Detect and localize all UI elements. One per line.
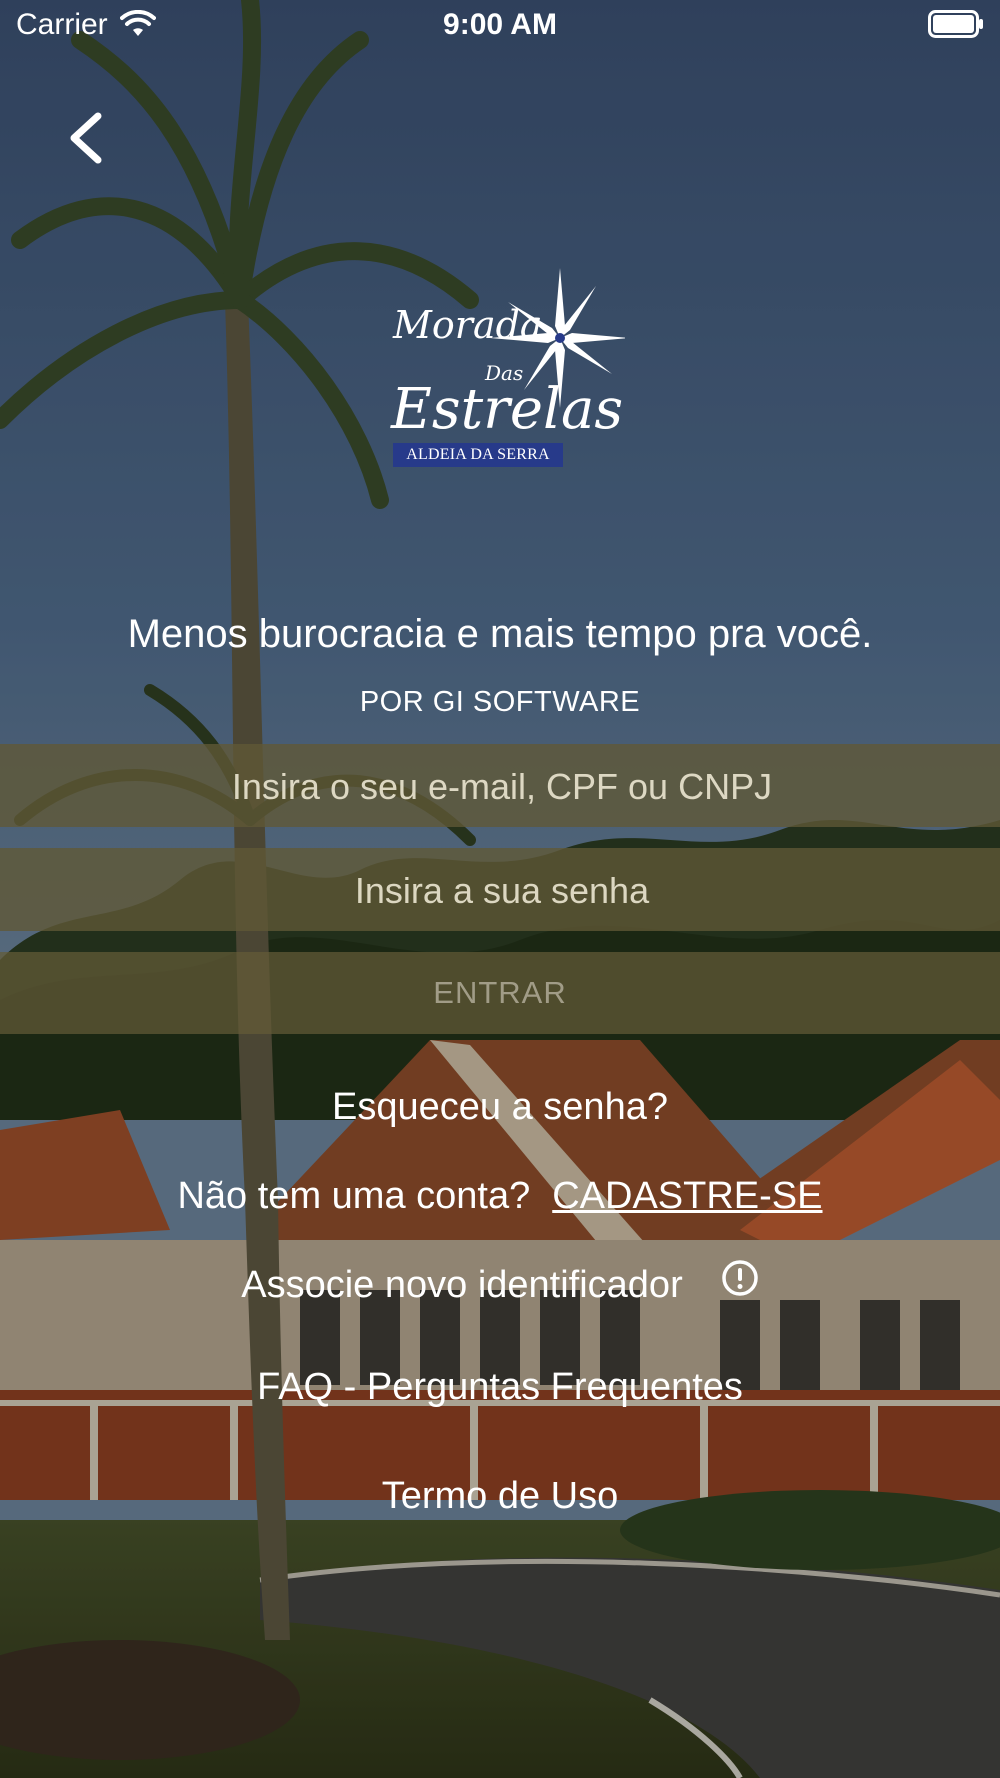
status-time: 9:00 AM xyxy=(443,8,557,41)
signup-row: Não tem uma conta? CADASTRE-SE xyxy=(0,1175,1000,1218)
battery-icon xyxy=(928,10,983,38)
signup-link[interactable]: CADASTRE-SE xyxy=(552,1175,822,1217)
forgot-password-link[interactable]: Esqueceu a senha? xyxy=(0,1086,1000,1129)
byline: POR GI SOFTWARE xyxy=(359,686,641,718)
terms-of-use-link[interactable]: Termo de Uso xyxy=(0,1475,1000,1518)
associate-identifier-link[interactable]: Associe novo identificador xyxy=(241,1264,682,1306)
tagline: Menos burocracia e mais tempo pra você. xyxy=(127,612,873,656)
login-button[interactable]: ENTRAR xyxy=(0,952,1000,1034)
email-field-container xyxy=(0,744,1000,829)
logo-band-label: ALDEIA DA SERRA xyxy=(406,446,550,463)
logo-line-3: Estrelas xyxy=(390,377,623,442)
email-field[interactable] xyxy=(0,744,1000,829)
status-bar: Carrier 9:00 AM xyxy=(0,0,1000,50)
login-screen: Carrier 9:00 AM Morada Das Estrelas ALDE… xyxy=(0,0,1000,1778)
password-field[interactable] xyxy=(0,848,1000,933)
password-field-container xyxy=(0,848,1000,933)
info-icon[interactable] xyxy=(721,1259,759,1307)
back-button[interactable] xyxy=(60,108,120,168)
faq-link[interactable]: FAQ - Perguntas Frequentes xyxy=(0,1366,1000,1409)
chevron-left-icon xyxy=(70,112,102,164)
associate-identifier-row: Associe novo identificador xyxy=(0,1260,1000,1311)
no-account-label: Não tem uma conta? xyxy=(177,1175,531,1217)
